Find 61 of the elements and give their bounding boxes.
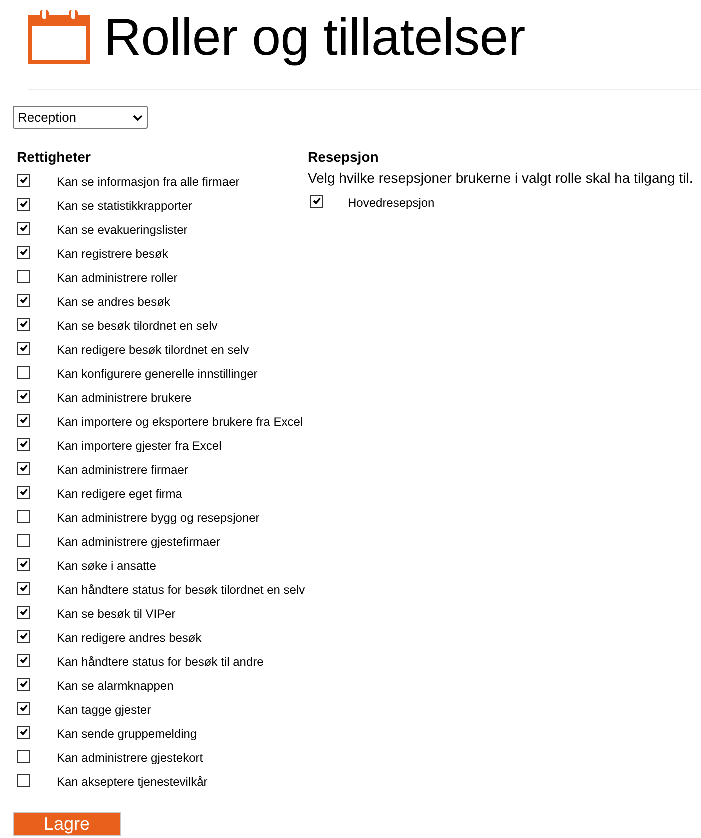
permission-label: Kan administrere roller	[57, 271, 178, 285]
permission-label: Kan administrere gjestefirmaer	[57, 535, 220, 549]
calendar-icon	[28, 10, 90, 64]
checkbox[interactable]	[17, 510, 30, 522]
chevron-down-icon	[133, 114, 143, 120]
checkbox[interactable]	[17, 318, 30, 330]
permission-label: Kan registrere besøk	[57, 247, 168, 261]
permission-label: Kan administrere gjestekort	[57, 751, 204, 765]
checkbox[interactable]	[17, 462, 30, 474]
checkbox[interactable]	[17, 606, 30, 618]
permission-label: Kan redigere besøk tilordnet en selv	[57, 343, 250, 357]
permission-label: Kan se informasjon fra alle firmaer	[57, 175, 240, 189]
checkbox[interactable]	[17, 486, 30, 498]
permission-label: Kan redigere andres besøk	[57, 631, 202, 645]
permission-label: Kan søke i ansatte	[57, 559, 156, 573]
permission-label: Kan se statistikkrapporter	[57, 199, 192, 213]
permission-label: Kan håndtere status for besøk tilordnet en selv	[57, 583, 306, 597]
checkbox[interactable]	[17, 294, 30, 306]
page-title: Roller og tillatelser	[104, 10, 526, 66]
checkbox[interactable]	[17, 654, 30, 666]
checkbox[interactable]	[17, 174, 30, 186]
permission-label: Kan importere og eksportere brukere fra Excel	[57, 415, 304, 429]
checkbox[interactable]	[17, 270, 30, 282]
checkbox[interactable]	[17, 438, 30, 450]
permission-label: Kan se evakueringslister	[57, 223, 188, 237]
permission-label: Kan konfigurere generelle innstillinger	[57, 367, 258, 381]
permission-label: Kan importere gjester fra Excel	[57, 439, 222, 453]
permission-label: Kan administrere firmaer	[57, 463, 188, 477]
checkbox[interactable]	[310, 194, 323, 208]
permission-label: Kan redigere eget firma	[57, 487, 182, 501]
checkbox[interactable]	[17, 342, 30, 354]
checkbox[interactable]	[17, 774, 30, 786]
checkbox[interactable]	[17, 246, 30, 258]
permission-label: Kan sende gruppemelding	[57, 727, 198, 741]
checkbox[interactable]	[17, 222, 30, 234]
checkbox[interactable]	[17, 390, 30, 402]
checkbox[interactable]	[17, 558, 30, 570]
permission-label: Kan se andres besøk	[57, 295, 170, 309]
role-select[interactable]: Reception	[13, 106, 148, 129]
checkbox[interactable]	[17, 534, 30, 546]
checkbox[interactable]	[17, 414, 30, 426]
permission-label: Kan se alarmknappen	[57, 679, 174, 693]
permission-label: Kan håndtere status for besøk til andre	[57, 655, 264, 669]
permission-label: Kan se besøk til VIPer	[57, 607, 176, 621]
checkbox[interactable]	[17, 750, 30, 762]
checkbox[interactable]	[17, 702, 30, 714]
permission-label: Kan administrere brukere	[57, 391, 192, 405]
permission-label: Kan se besøk tilordnet en selv	[57, 319, 218, 333]
checkbox[interactable]	[17, 366, 30, 378]
permission-label: Kan akseptere tjenestevilkår	[57, 775, 208, 789]
checkbox[interactable]	[17, 726, 30, 738]
checkbox[interactable]	[17, 198, 30, 210]
section-heading: Resepsjon	[308, 149, 380, 166]
reception-label: Hovedresepsjon	[348, 196, 435, 210]
section-description: Velg hvilke resepsjoner brukerne i valgt rolle skal ha tilgang til.	[308, 170, 694, 187]
checkbox[interactable]	[17, 582, 30, 594]
permission-label: Kan tagge gjester	[57, 703, 152, 717]
checkbox[interactable]	[17, 630, 30, 642]
checkbox[interactable]	[17, 678, 30, 690]
section-heading: Rettigheter	[17, 149, 92, 166]
permission-label: Kan administrere bygg og resepsjoner	[57, 511, 260, 525]
